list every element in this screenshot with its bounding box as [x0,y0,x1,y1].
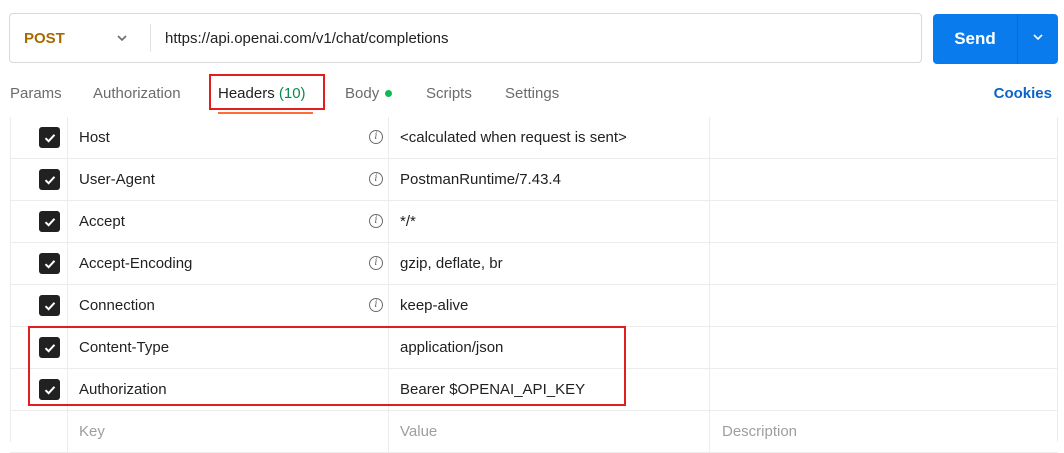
check-icon [44,133,55,143]
header-description[interactable] [709,201,1058,242]
request-tabs: Params Authorization Headers (10) Body S… [0,78,1064,114]
row-checkbox[interactable] [39,337,60,358]
header-description[interactable] [709,369,1058,410]
send-button-group: Send [933,14,1058,64]
row-checkbox[interactable] [39,169,60,190]
header-key[interactable]: Content-Type [67,327,388,368]
header-description[interactable] [709,159,1058,200]
check-cell [10,243,67,284]
info-icon[interactable]: i [369,298,383,312]
check-cell [10,159,67,200]
header-key[interactable]: Authorization [67,369,388,410]
table-row: Accept-Encoding i gzip, deflate, br [10,243,1058,285]
check-cell [10,117,67,158]
check-cell [10,285,67,326]
send-button[interactable]: Send [933,14,1017,64]
row-checkbox[interactable] [39,295,60,316]
tab-authorization[interactable]: Authorization [93,78,181,110]
check-cell [10,201,67,242]
header-description[interactable] [709,117,1058,158]
header-value[interactable]: application/json [388,327,709,368]
header-key-text: Accept-Encoding [79,255,193,272]
check-cell [10,411,67,452]
new-value-input[interactable]: Value [388,411,709,452]
header-value[interactable]: Bearer $OPENAI_API_KEY [388,369,709,410]
check-cell [10,369,67,410]
table-row: Content-Type application/json [10,327,1058,369]
table-row: Host i <calculated when request is sent> [10,117,1058,159]
info-icon[interactable]: i [369,256,383,270]
header-description[interactable] [709,327,1058,368]
headers-table: Host i <calculated when request is sent> … [10,117,1058,453]
check-icon [44,385,55,395]
header-value[interactable]: <calculated when request is sent> [388,117,709,158]
method-selector[interactable]: POST [10,14,150,62]
table-row: User-Agent i PostmanRuntime/7.43.4 [10,159,1058,201]
table-row: Authorization Bearer $OPENAI_API_KEY [10,369,1058,411]
row-checkbox[interactable] [39,253,60,274]
request-url-bar: POST [9,13,922,63]
check-icon [44,343,55,353]
row-checkbox[interactable] [39,127,60,148]
header-key[interactable]: Accept-Encoding i [67,243,388,284]
check-cell [10,327,67,368]
tab-settings[interactable]: Settings [505,78,559,110]
tab-body[interactable]: Body [345,78,393,110]
header-value[interactable]: gzip, deflate, br [388,243,709,284]
new-key-input[interactable]: Key [67,411,388,452]
tab-scripts[interactable]: Scripts [426,78,472,110]
method-label: POST [24,29,65,47]
chevron-down-icon [115,31,129,49]
headers-count: (10) [278,85,306,102]
info-icon[interactable]: i [369,172,383,186]
header-key-text: User-Agent [79,171,155,188]
header-value[interactable]: */* [388,201,709,242]
check-icon [44,217,55,227]
info-icon[interactable]: i [369,214,383,228]
header-key[interactable]: Connection i [67,285,388,326]
header-key[interactable]: Host i [67,117,388,158]
header-key-text: Accept [79,213,125,230]
tab-params[interactable]: Params [10,78,62,110]
header-key[interactable]: Accept i [67,201,388,242]
header-description[interactable] [709,285,1058,326]
row-checkbox[interactable] [39,379,60,400]
tab-body-label: Body [345,85,380,102]
table-row: Connection i keep-alive [10,285,1058,327]
header-key[interactable]: User-Agent i [67,159,388,200]
check-icon [44,259,55,269]
url-input[interactable] [165,14,905,62]
table-row: Accept i */* [10,201,1058,243]
active-tab-indicator [218,112,313,114]
header-key-text: Connection [79,297,155,314]
url-divider [150,24,151,52]
check-icon [44,175,55,185]
chevron-down-icon [1031,30,1045,49]
header-value[interactable]: PostmanRuntime/7.43.4 [388,159,709,200]
table-row-new: Key Value Description [10,411,1058,453]
tab-headers[interactable]: Headers (10) [218,78,306,110]
new-description-input[interactable]: Description [709,411,1058,452]
tab-headers-label: Headers [218,85,275,102]
info-icon[interactable]: i [369,130,383,144]
cookies-link[interactable]: Cookies [994,78,1052,110]
header-description[interactable] [709,243,1058,284]
body-status-dot [385,90,393,97]
send-options-button[interactable] [1018,14,1058,64]
check-icon [44,301,55,311]
header-value[interactable]: keep-alive [388,285,709,326]
header-key-text: Host [79,129,110,146]
row-checkbox[interactable] [39,211,60,232]
